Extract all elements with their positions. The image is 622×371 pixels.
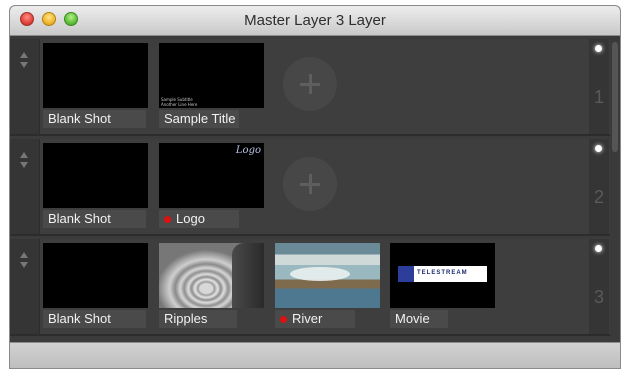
shot-clip[interactable]: Blank Shot: [43, 243, 148, 328]
window-title: Master Layer 3 Layer: [244, 12, 386, 29]
shot-thumbnail[interactable]: Logo: [159, 143, 264, 208]
vertical-scrollbar[interactable]: [610, 36, 620, 342]
shot-label-text: River: [292, 311, 323, 326]
shot-label: Movie: [390, 310, 448, 328]
telestream-logo-text: TELESTREAM: [417, 270, 468, 276]
move-up-icon[interactable]: [20, 152, 28, 158]
shot-label: Sample Title: [159, 110, 239, 128]
layer-number: 3: [593, 287, 604, 307]
shot-thumbnail[interactable]: TELESTREAM: [390, 243, 495, 308]
layer-row-1: Blank Shot Sample Subtitle Another Line …: [10, 39, 620, 136]
thumbnail-logo-text: Logo: [235, 145, 261, 156]
shot-thumbnail[interactable]: [43, 243, 148, 308]
thumbnail-image: [290, 267, 350, 281]
layer-row-2: Blank Shot Logo Logo 2: [10, 139, 620, 236]
layer-row-3: Blank Shot Ripples River TELESTREAM Movi…: [10, 239, 620, 336]
shot-thumbnail[interactable]: [43, 143, 148, 208]
layer-indicator: 3: [589, 239, 609, 334]
live-indicator-icon: [280, 315, 287, 323]
telestream-logo: TELESTREAM: [398, 266, 487, 282]
shot-thumbnail[interactable]: [43, 43, 148, 108]
layer-reorder-handle[interactable]: [10, 239, 40, 334]
live-indicator-icon: [164, 215, 171, 223]
layer-on-light-icon[interactable]: [595, 45, 602, 52]
shot-label: Blank Shot: [43, 210, 146, 228]
move-up-icon[interactable]: [20, 52, 28, 58]
shot-layers-window: Master Layer 3 Layer Blank Shot Sample S…: [10, 6, 620, 368]
shot-clip[interactable]: River: [275, 243, 380, 328]
add-shot-icon[interactable]: [283, 57, 337, 111]
layer-indicator: 2: [589, 139, 609, 234]
scrollbar-thumb[interactable]: [612, 42, 618, 152]
thumbnail-image: [232, 243, 264, 308]
add-shot-icon[interactable]: [283, 157, 337, 211]
shot-clip[interactable]: Blank Shot: [43, 43, 148, 128]
shot-clip[interactable]: Logo Logo: [159, 143, 264, 228]
layer-on-light-icon[interactable]: [595, 245, 602, 252]
move-down-icon[interactable]: [20, 262, 28, 268]
window-footer: [10, 342, 620, 368]
title-bar[interactable]: Master Layer 3 Layer: [10, 6, 620, 36]
shot-thumbnail[interactable]: [159, 243, 264, 308]
shot-label: Ripples: [159, 310, 237, 328]
shot-label: River: [275, 310, 355, 328]
layer-number: 1: [593, 87, 604, 107]
shot-clip[interactable]: Blank Shot: [43, 143, 148, 228]
move-up-icon[interactable]: [20, 252, 28, 258]
shot-label: Logo: [159, 210, 239, 228]
layer-indicator: 1: [589, 39, 609, 134]
layer-number: 2: [593, 187, 604, 207]
shot-label: Blank Shot: [43, 310, 146, 328]
shot-clip[interactable]: Ripples: [159, 243, 264, 328]
layer-on-light-icon[interactable]: [595, 145, 602, 152]
telestream-logo-mark-icon: [398, 266, 414, 282]
shot-thumbnail[interactable]: Sample Subtitle Another Line Here: [159, 43, 264, 108]
shot-clip[interactable]: Sample Subtitle Another Line Here Sample…: [159, 43, 264, 128]
layer-reorder-handle[interactable]: [10, 39, 40, 134]
move-down-icon[interactable]: [20, 62, 28, 68]
shot-thumbnail[interactable]: [275, 243, 380, 308]
move-down-icon[interactable]: [20, 162, 28, 168]
shot-label: Blank Shot: [43, 110, 146, 128]
shot-label-text: Logo: [176, 211, 205, 226]
layer-reorder-handle[interactable]: [10, 139, 40, 234]
shot-clip[interactable]: TELESTREAM Movie: [390, 243, 495, 328]
thumbnail-text: Another Line Here: [161, 102, 198, 107]
